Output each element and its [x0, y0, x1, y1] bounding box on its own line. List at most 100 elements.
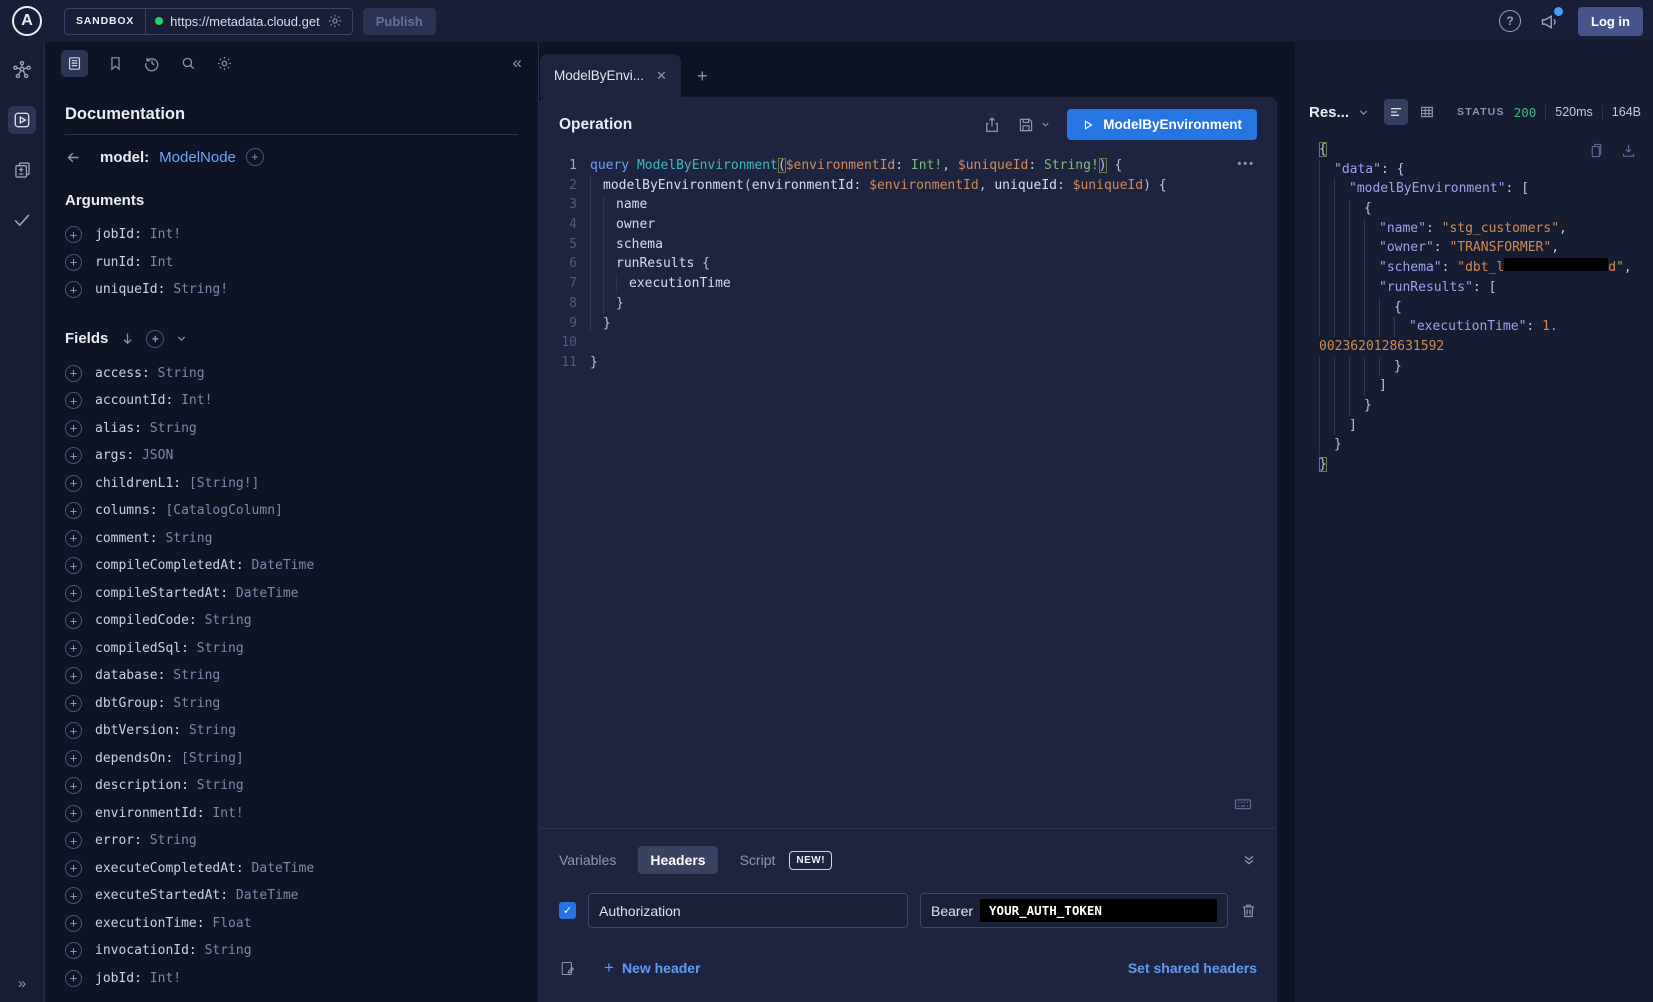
- tab-script[interactable]: Script: [740, 852, 776, 868]
- add-field-icon[interactable]: +: [65, 750, 82, 767]
- add-field-icon[interactable]: +: [65, 612, 82, 629]
- run-operation-button[interactable]: ModelByEnvironment: [1067, 109, 1257, 140]
- add-argument-icon[interactable]: +: [65, 254, 82, 271]
- checks-icon[interactable]: [8, 206, 36, 234]
- add-field-icon[interactable]: +: [65, 365, 82, 382]
- add-field-icon[interactable]: +: [65, 915, 82, 932]
- schema-graph-icon[interactable]: [8, 56, 36, 84]
- back-arrow-icon[interactable]: [65, 149, 82, 166]
- indent-guide: [1394, 317, 1409, 337]
- field-row: + alias String: [65, 415, 518, 443]
- delete-header-icon[interactable]: [1240, 902, 1257, 919]
- field-entry: columns [CatalogColumn]: [95, 503, 283, 518]
- close-tab-icon[interactable]: ✕: [656, 68, 667, 84]
- top-bar: A SANDBOX https://metadata.cloud.get Pub…: [0, 0, 1653, 42]
- tab-variables[interactable]: Variables: [559, 852, 616, 868]
- history-icon[interactable]: [143, 54, 161, 72]
- collapse-docs-icon[interactable]: «: [513, 53, 522, 73]
- response-title: Res...: [1309, 104, 1349, 121]
- keyboard-shortcuts-icon[interactable]: [1233, 794, 1253, 814]
- add-field-icon[interactable]: +: [65, 557, 82, 574]
- add-field-icon[interactable]: +: [65, 860, 82, 877]
- header-key-input[interactable]: Authorization: [588, 893, 908, 928]
- add-field-icon[interactable]: +: [65, 475, 82, 492]
- help-icon[interactable]: ?: [1499, 10, 1521, 32]
- documentation-tab-icon[interactable]: [61, 50, 88, 77]
- add-argument-icon[interactable]: +: [65, 226, 82, 243]
- doc-settings-gear-icon[interactable]: [216, 55, 233, 72]
- header-value-input[interactable]: Bearer YOUR_AUTH_TOKEN: [920, 893, 1228, 928]
- operation-tab[interactable]: ModelByEnvi... ✕: [540, 54, 681, 97]
- add-field-icon[interactable]: +: [65, 585, 82, 602]
- add-field-icon[interactable]: +: [65, 667, 82, 684]
- add-field-icon[interactable]: +: [65, 420, 82, 437]
- indent-guide: [1379, 317, 1394, 337]
- main-layout: » «: [0, 42, 1653, 1002]
- indent-guide: [1319, 258, 1334, 278]
- code-line: 11}: [547, 353, 1277, 373]
- save-chevron-icon[interactable]: [1040, 119, 1051, 130]
- add-field-icon[interactable]: +: [65, 832, 82, 849]
- add-field-icon[interactable]: +: [65, 722, 82, 739]
- add-to-query-icon[interactable]: +: [246, 148, 264, 166]
- table-view-toggle[interactable]: [1416, 99, 1440, 125]
- header-enabled-checkbox[interactable]: ✓: [559, 902, 576, 919]
- field-entry: childrenL1 [String!]: [95, 476, 259, 491]
- bookmark-icon[interactable]: [107, 55, 124, 72]
- save-icon[interactable]: [1017, 116, 1035, 134]
- announcements-icon[interactable]: [1539, 11, 1560, 32]
- indent-guide: [1349, 298, 1364, 318]
- field-entry: alias String: [95, 421, 197, 436]
- add-field-icon[interactable]: +: [65, 942, 82, 959]
- add-argument-icon[interactable]: +: [65, 281, 82, 298]
- share-operation-icon[interactable]: [983, 116, 1001, 134]
- add-field-icon[interactable]: +: [65, 530, 82, 547]
- set-shared-headers-link[interactable]: Set shared headers: [1128, 960, 1257, 976]
- field-row: + database String: [65, 662, 518, 690]
- add-field-icon[interactable]: +: [65, 392, 82, 409]
- add-field-icon[interactable]: +: [65, 640, 82, 657]
- add-field-icon[interactable]: +: [65, 695, 82, 712]
- endpoint-settings-gear-icon[interactable]: [327, 13, 343, 29]
- publish-button[interactable]: Publish: [363, 8, 436, 35]
- add-field-icon[interactable]: +: [65, 970, 82, 987]
- operation-collections-icon[interactable]: [8, 156, 36, 184]
- formatted-view-toggle[interactable]: [1384, 99, 1408, 125]
- code-line: 8}: [547, 294, 1277, 314]
- query-editor[interactable]: ••• 1query ModelByEnvironment($environme…: [539, 148, 1277, 828]
- add-field-icon[interactable]: +: [65, 777, 82, 794]
- add-field-icon[interactable]: +: [65, 805, 82, 822]
- new-header-button[interactable]: + New header: [604, 958, 701, 978]
- login-button[interactable]: Log in: [1578, 7, 1643, 36]
- add-field-icon[interactable]: +: [65, 502, 82, 519]
- add-field-icon[interactable]: +: [65, 447, 82, 464]
- response-status: STATUS 200 520ms 164B: [1457, 105, 1641, 120]
- endpoint-url-field[interactable]: https://metadata.cloud.get: [146, 9, 352, 34]
- new-tab-icon[interactable]: +: [697, 66, 708, 87]
- apollo-logo-icon[interactable]: A: [12, 6, 42, 36]
- endpoint-url-text[interactable]: https://metadata.cloud.get: [170, 14, 320, 29]
- sort-fields-icon[interactable]: [120, 331, 135, 346]
- fields-chevron-icon[interactable]: [175, 332, 188, 345]
- indent-guide: [1379, 298, 1394, 318]
- response-size: 164B: [1612, 105, 1641, 119]
- response-dropdown-icon[interactable]: [1357, 106, 1370, 119]
- save-operation-group[interactable]: [1017, 116, 1051, 134]
- field-row: + comment String: [65, 525, 518, 553]
- line-number: 11: [547, 353, 577, 373]
- add-field-icon[interactable]: +: [65, 887, 82, 904]
- search-icon[interactable]: [180, 55, 197, 72]
- editor-menu-icon[interactable]: •••: [1237, 158, 1255, 170]
- doc-breadcrumb: model: ModelNode +: [65, 148, 518, 166]
- auth-token-value[interactable]: YOUR_AUTH_TOKEN: [980, 899, 1217, 922]
- copy-response-icon[interactable]: [1588, 142, 1605, 159]
- add-all-fields-icon[interactable]: +: [146, 330, 164, 348]
- download-response-icon[interactable]: [1620, 142, 1637, 159]
- environment-variables-icon[interactable]: [559, 960, 576, 977]
- tab-headers[interactable]: Headers: [638, 846, 717, 874]
- connection-status-dot: [155, 17, 163, 25]
- breadcrumb-type-link[interactable]: ModelNode: [159, 149, 236, 166]
- expand-rail-icon[interactable]: »: [18, 975, 26, 992]
- explorer-icon[interactable]: [8, 106, 36, 134]
- collapse-panel-icon[interactable]: [1241, 852, 1257, 868]
